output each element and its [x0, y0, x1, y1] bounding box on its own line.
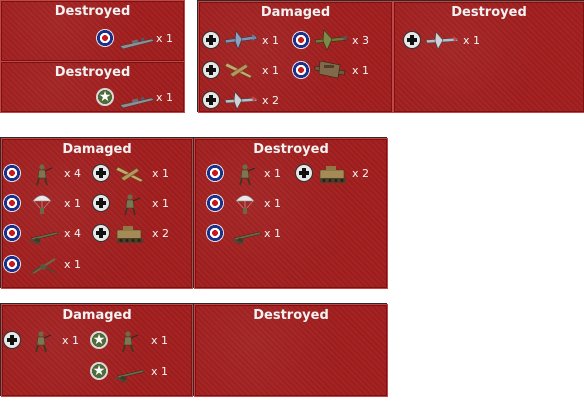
unit-count: x 1 — [262, 64, 280, 77]
iron-cross-roundel-icon — [295, 164, 313, 182]
iron-cross-roundel-icon — [3, 331, 21, 349]
unit-count: x 4 — [64, 167, 82, 180]
unit-count: x 1 — [262, 34, 280, 47]
unit-count: x 1 — [151, 334, 169, 347]
section-title: Damaged — [260, 5, 331, 20]
artillery-unit-icon — [231, 231, 262, 245]
unit-count: x 1 — [64, 258, 82, 271]
unit-count: x 1 — [156, 32, 174, 45]
section-title: Destroyed — [253, 142, 329, 157]
unit-count: x 2 — [262, 94, 280, 107]
paratrooper-unit-icon — [32, 195, 52, 214]
section-title: Destroyed — [54, 65, 131, 80]
iron-cross-roundel-icon — [92, 194, 110, 212]
unit-count: x 1 — [463, 34, 481, 47]
unit-count: x 1 — [264, 167, 282, 180]
unit-count: x 4 — [64, 227, 82, 240]
unit-count: x 1 — [352, 64, 370, 77]
report-2-destroyed: Destroyed — [393, 1, 584, 113]
section-title: Damaged — [62, 142, 132, 157]
raf-roundel-icon — [206, 164, 224, 182]
raf-roundel-icon — [3, 194, 21, 212]
raf-roundel-icon — [3, 164, 21, 182]
iron-cross-roundel-icon — [202, 31, 220, 49]
warship-unit-icon — [119, 96, 155, 109]
iron-cross-roundel-icon — [202, 61, 220, 79]
infantry-unit-icon — [122, 331, 139, 353]
raf-roundel-icon — [292, 31, 310, 49]
unit-count: x 1 — [151, 365, 169, 378]
unit-count: x 1 — [64, 197, 82, 210]
iron-cross-roundel-icon — [202, 91, 220, 109]
unit-count: x 2 — [352, 167, 370, 180]
fighter-grey-unit-icon — [224, 91, 258, 110]
raf-roundel-icon — [206, 194, 224, 212]
fighter-green-unit-icon — [314, 29, 348, 51]
unit-count: x 1 — [62, 334, 80, 347]
halftrack-unit-icon — [319, 166, 346, 183]
section-title: Damaged — [62, 308, 132, 323]
halftrack-unit-icon — [116, 226, 143, 243]
raf-roundel-icon — [3, 255, 21, 273]
infantry-unit-icon — [124, 194, 141, 216]
white-star-roundel-icon: ★ — [96, 88, 114, 106]
section-title: Destroyed — [253, 308, 329, 323]
artillery-unit-icon — [114, 369, 145, 383]
unit-count: x 1 — [152, 197, 170, 210]
report-1-destroyed-bottom: Destroyed — [0, 61, 185, 113]
iron-cross-roundel-icon — [403, 31, 421, 49]
unit-count: x 1 — [264, 197, 282, 210]
section-title: Destroyed — [451, 5, 527, 20]
report-4-destroyed: Destroyed — [194, 304, 388, 397]
fighter-tan-unit-icon — [115, 166, 144, 183]
fighter-grey-unit-icon — [425, 31, 459, 50]
fighter-tan-unit-icon — [224, 62, 253, 79]
white-star-roundel-icon: ★ — [90, 362, 108, 380]
raf-roundel-icon — [3, 224, 21, 242]
artillery-unit-icon — [28, 231, 59, 245]
fighter-blue-unit-icon — [224, 30, 258, 50]
infantry-unit-icon — [35, 331, 52, 353]
unit-count: x 3 — [352, 34, 370, 47]
raf-roundel-icon — [206, 224, 224, 242]
iron-cross-roundel-icon — [92, 224, 110, 242]
infantry-unit-icon — [36, 164, 53, 186]
unit-count: x 1 — [152, 167, 170, 180]
raf-roundel-icon — [292, 61, 310, 79]
unit-count: x 1 — [264, 227, 282, 240]
iron-cross-roundel-icon — [92, 164, 110, 182]
warship-unit-icon — [119, 37, 155, 50]
report-1-destroyed-top: Destroyed — [0, 0, 185, 62]
bomber-brown-unit-icon — [314, 60, 346, 79]
white-star-roundel-icon: ★ — [90, 331, 108, 349]
raf-roundel-icon — [96, 29, 114, 47]
report-3-destroyed: Destroyed — [194, 138, 388, 289]
paratrooper-unit-icon — [235, 195, 255, 214]
unit-count: x 2 — [152, 227, 170, 240]
unit-count: x 1 — [156, 91, 174, 104]
section-title: Destroyed — [54, 4, 131, 19]
infantry-unit-icon — [239, 164, 256, 186]
aa-gun-unit-icon — [30, 258, 56, 274]
